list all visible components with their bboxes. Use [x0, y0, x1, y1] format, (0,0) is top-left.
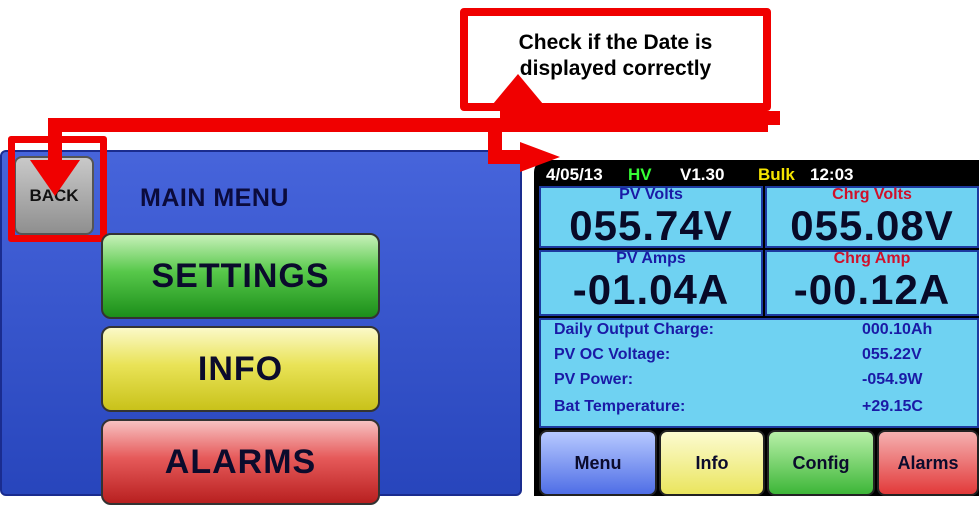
arrow-head-up-icon: [488, 74, 548, 110]
arrow-head-right-icon: [520, 142, 560, 172]
arrow-stem-right: [752, 118, 766, 130]
arrow-bar-left: [48, 118, 768, 132]
annotation-arrows: [30, 74, 780, 196]
arrow-head-left-icon: [30, 160, 80, 196]
